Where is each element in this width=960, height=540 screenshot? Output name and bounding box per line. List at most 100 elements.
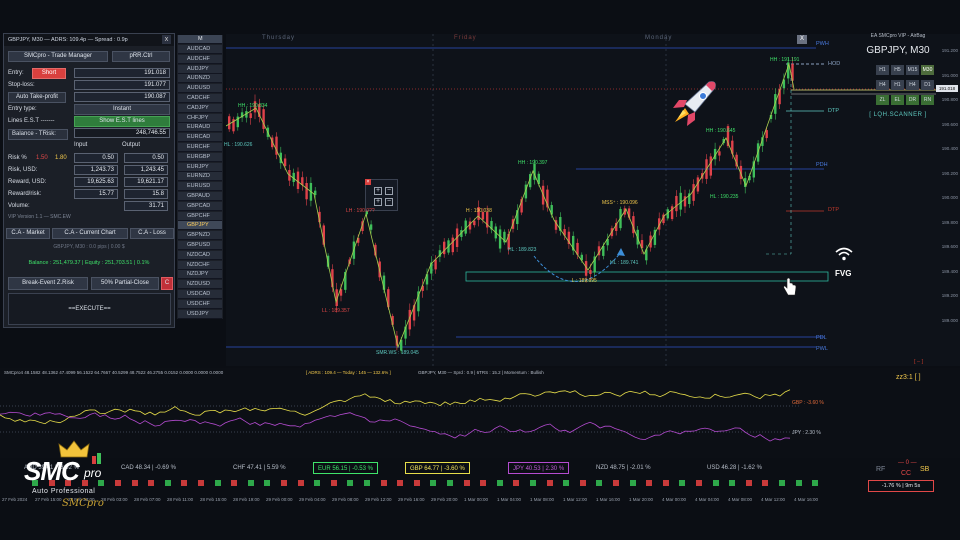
symbol-item-gbpaud[interactable]: GBPAUD <box>178 192 222 201</box>
entry-side-button[interactable]: Short <box>32 68 66 79</box>
timeframe-button-el[interactable]: EL <box>891 95 904 105</box>
candle-body[interactable] <box>765 130 768 139</box>
symbol-item-nzdusd[interactable]: NZDUSD <box>178 280 222 290</box>
candle-body[interactable] <box>709 156 712 176</box>
candlestick-canvas[interactable] <box>226 34 936 366</box>
symbol-list-header[interactable]: M <box>178 35 222 44</box>
zoom-in-icon[interactable]: + <box>374 187 382 195</box>
ca-loss-button[interactable]: C.A - Loss <box>130 228 174 239</box>
symbol-item-gbpusd[interactable]: GBPUSD <box>178 241 222 250</box>
timeframe-button-h4[interactable]: H4 <box>906 80 919 90</box>
zoom-out-icon[interactable]: − <box>385 187 393 195</box>
lqh-scanner-label[interactable]: [ LQH.SCANNER ] <box>862 112 934 118</box>
reward-usd-output: 19,621.17 <box>124 177 168 187</box>
reward-usd-input[interactable]: 19,625.63 <box>74 177 118 187</box>
symbol-item-gbpchf[interactable]: GBPCHF <box>178 211 222 221</box>
candle-body[interactable] <box>369 224 373 230</box>
symbol-item-audchf[interactable]: AUDCHF <box>178 54 222 64</box>
show-est-lines-button[interactable]: Show E.S.T lines <box>74 116 170 127</box>
candle-body[interactable] <box>464 220 467 234</box>
candle-body[interactable] <box>305 182 308 200</box>
timeframe-button-h5[interactable]: H5 <box>891 65 904 75</box>
time-tick-label: 28 Feb 19:00 <box>233 497 260 502</box>
signal-square <box>131 480 138 486</box>
symbol-item-nzdjpy[interactable]: NZDJPY <box>178 270 222 280</box>
timeframe-button-m30[interactable]: M30 <box>921 65 934 75</box>
timeframe-button-h1[interactable]: H1 <box>876 65 889 75</box>
partial-close-button[interactable]: 50% Partial-Close <box>91 277 159 290</box>
candle-body[interactable] <box>589 270 592 275</box>
candle-body[interactable] <box>283 158 287 167</box>
symbol-item-eurusd[interactable]: EURUSD <box>178 182 222 192</box>
price-chart[interactable]: Thursday Friday Monday X × + − + − PWH H… <box>224 34 936 366</box>
symbol-item-gbpcad[interactable]: GBPCAD <box>178 201 222 211</box>
symbol-item-gbpnzd[interactable]: GBPNZD <box>178 231 222 241</box>
timeframe-button-zl[interactable]: ZL <box>876 95 889 105</box>
symbol-item-audnzd[interactable]: AUDNZD <box>178 74 222 84</box>
symbol-item-gbpjpy[interactable]: GBPJPY <box>178 221 222 231</box>
risk-preset-a[interactable]: 1.50 <box>36 154 48 163</box>
entry-type-button[interactable]: Instant <box>74 104 170 115</box>
panel-close-button[interactable]: x <box>162 35 171 44</box>
symbol-item-audusd[interactable]: AUDUSD <box>178 84 222 94</box>
candle-body[interactable] <box>296 171 300 189</box>
fvg-zone[interactable] <box>465 271 829 282</box>
symbol-item-usdcad[interactable]: USDCAD <box>178 290 222 299</box>
candle-body[interactable] <box>249 113 252 119</box>
symbol-item-cadjpy[interactable]: CADJPY <box>178 103 222 113</box>
auto-tp-field[interactable]: 190.087 <box>74 92 170 102</box>
timeframe-button-dr[interactable]: DR <box>906 95 919 105</box>
zoom-close-icon[interactable]: × <box>365 179 371 185</box>
symbol-item-usdchf[interactable]: USDCHF <box>178 299 222 309</box>
symbol-item-audcad[interactable]: AUDCAD <box>178 45 222 54</box>
tab-trade-manager[interactable]: SMCpro - Trade Manager <box>8 51 108 62</box>
candle-body[interactable] <box>451 237 454 253</box>
zoom-out-icon[interactable]: − <box>385 198 393 206</box>
symbol-item-euraud[interactable]: EURAUD <box>178 123 222 133</box>
chart-close-button[interactable]: X <box>797 35 807 44</box>
candle-body[interactable] <box>670 206 674 220</box>
zoom-in-icon[interactable]: + <box>374 198 382 206</box>
risk-usd-input[interactable]: 1,243.73 <box>74 165 118 175</box>
candle-body[interactable] <box>498 229 502 249</box>
reward-usd-label: Reward, USD: <box>8 179 47 185</box>
breakeven-button[interactable]: Break-Event Z.Risk <box>8 277 88 290</box>
execute-button[interactable]: ==EXECUTE== <box>8 293 171 325</box>
reward-risk-input[interactable]: 15.77 <box>74 189 118 199</box>
symbol-item-nzdchf[interactable]: NZDCHF <box>178 260 222 270</box>
close-trade-button[interactable]: C <box>161 277 173 290</box>
risk-preset-b[interactable]: 1.80 <box>55 154 67 163</box>
symbol-item-cadchf[interactable]: CADCHF <box>178 94 222 103</box>
candle-body[interactable] <box>675 195 678 212</box>
symbol-item-eurjpy[interactable]: EURJPY <box>178 162 222 172</box>
zigzag-setting[interactable]: zz3:1 [ ] <box>896 374 921 381</box>
symbol-item-chfjpy[interactable]: CHFJPY <box>178 113 222 123</box>
tab-prr-ctrl[interactable]: pRR.Ctrl <box>112 51 170 62</box>
timeframe-button-rn[interactable]: RN <box>921 95 934 105</box>
candle-body[interactable] <box>395 335 399 346</box>
candle-body[interactable] <box>443 241 446 255</box>
symbol-item-eurcad[interactable]: EURCAD <box>178 133 222 143</box>
candle-body[interactable] <box>228 116 231 130</box>
risk-percent-input[interactable]: 0.50 <box>74 153 118 163</box>
symbol-item-eurgbp[interactable]: EURGBP <box>178 152 222 162</box>
candle-body[interactable] <box>718 151 721 156</box>
ca-market-button[interactable]: C.A - Market <box>6 228 50 239</box>
symbol-item-usdjpy[interactable]: USDJPY <box>178 309 222 319</box>
symbol-item-nzdcad[interactable]: NZDCAD <box>178 250 222 260</box>
timeframe-button-d1[interactable]: D1 <box>921 80 934 90</box>
stoploss-field[interactable]: 191.077 <box>74 80 170 90</box>
timeframe-button-h4[interactable]: H4 <box>876 80 889 90</box>
candle-body[interactable] <box>434 259 437 270</box>
symbol-item-audjpy[interactable]: AUDJPY <box>178 64 222 74</box>
symbol-item-eurchf[interactable]: EURCHF <box>178 143 222 152</box>
timeframe-button-h1[interactable]: H1 <box>891 80 904 90</box>
candle-body[interactable] <box>692 184 695 201</box>
candle-body[interactable] <box>473 220 476 226</box>
ca-current-chart-button[interactable]: C.A - Current Chart <box>52 228 128 239</box>
entry-price-field[interactable]: 191.018 <box>74 68 170 78</box>
price-axis[interactable]: 191.200 191.000 190.800 190.600 190.400 190.2… <box>936 34 960 366</box>
auto-tp-button[interactable]: Auto Take-profit <box>8 92 66 103</box>
symbol-item-eurnzd[interactable]: EURNZD <box>178 172 222 182</box>
timeframe-button-m15[interactable]: M15 <box>906 65 919 75</box>
